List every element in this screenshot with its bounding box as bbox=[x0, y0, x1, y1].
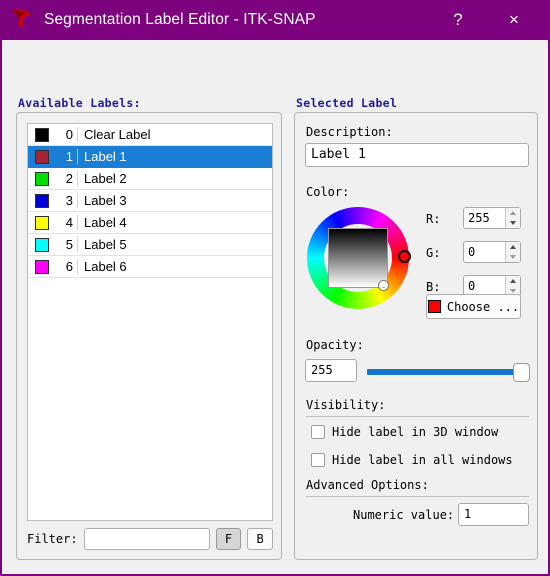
hide-label-3d-row[interactable]: Hide label in 3D window bbox=[311, 425, 498, 439]
label-color-swatch bbox=[35, 149, 49, 164]
blue-increment-icon[interactable] bbox=[506, 276, 520, 286]
label-color-swatch-cell bbox=[28, 193, 56, 208]
choose-color-button[interactable]: Choose ... bbox=[426, 294, 521, 319]
opacity-slider[interactable] bbox=[367, 363, 530, 382]
description-label: Description: bbox=[306, 125, 393, 139]
hide-label-3d-label: Hide label in 3D window bbox=[332, 425, 499, 439]
label-row[interactable]: 5 Label 5 bbox=[28, 234, 272, 256]
label-row[interactable]: 4 Label 4 bbox=[28, 212, 272, 234]
title-bar: Segmentation Label Editor - ITK-SNAP ? × bbox=[2, 0, 548, 40]
label-row[interactable]: 6 Label 6 bbox=[28, 256, 272, 278]
opacity-input[interactable]: 255 bbox=[305, 359, 357, 382]
label-name: Label 6 bbox=[84, 259, 127, 274]
label-list[interactable]: 0 Clear Label 1 Label 1 2 Label 2 3 Label 3 4 Lab… bbox=[27, 123, 273, 521]
label-editor-window: Segmentation Label Editor - ITK-SNAP ? ×… bbox=[0, 0, 550, 576]
description-input[interactable]: Label 1 bbox=[305, 143, 529, 167]
dialog-body: Available Labels: 0 Clear Label 1 Label 12L… bbox=[2, 40, 548, 574]
visibility-label: Visibility: bbox=[306, 398, 386, 412]
hue-marker-icon[interactable] bbox=[398, 250, 411, 263]
label-index: 2 bbox=[56, 171, 78, 186]
label-name: Label 1 bbox=[84, 149, 127, 164]
visibility-divider bbox=[306, 416, 529, 417]
label-color-swatch-cell bbox=[28, 259, 56, 274]
label-color-swatch bbox=[35, 127, 49, 142]
hide-label-all-label: Hide label in all windows bbox=[332, 453, 513, 467]
color-label: Color: bbox=[306, 185, 350, 199]
green-spin-buttons[interactable] bbox=[505, 242, 520, 262]
red-label: R: bbox=[426, 212, 441, 226]
color-wheel[interactable] bbox=[307, 207, 411, 309]
available-labels-group: 0 Clear Label 1 Label 1 2 Label 2 3 Label 3 4 Lab… bbox=[16, 112, 282, 560]
selected-label-group: Description: Label 1 Color: R: 255 G: 0 … bbox=[294, 112, 538, 560]
filter-background-button[interactable]: B bbox=[247, 528, 273, 550]
label-index: 0 bbox=[56, 127, 78, 142]
red-value[interactable]: 255 bbox=[464, 208, 505, 228]
green-spinner[interactable]: 0 bbox=[463, 241, 521, 263]
green-label: G: bbox=[426, 246, 441, 260]
blue-spin-buttons[interactable] bbox=[505, 276, 520, 296]
label-row[interactable]: 1 Label 1 bbox=[28, 146, 272, 168]
label-index: 4 bbox=[56, 215, 78, 230]
window-title: Segmentation Label Editor - ITK-SNAP bbox=[44, 11, 316, 28]
advanced-divider bbox=[306, 496, 529, 497]
green-increment-icon[interactable] bbox=[506, 242, 520, 252]
advanced-options-label: Advanced Options: bbox=[306, 478, 429, 492]
blue-label: B: bbox=[426, 280, 441, 294]
label-color-swatch bbox=[35, 259, 49, 274]
green-value[interactable]: 0 bbox=[464, 242, 505, 262]
filter-input[interactable] bbox=[83, 528, 210, 550]
saturation-value-square[interactable] bbox=[328, 228, 388, 288]
label-color-swatch bbox=[35, 171, 49, 186]
filter-label: Filter: bbox=[27, 532, 78, 546]
blue-value[interactable]: 0 bbox=[464, 276, 505, 296]
filter-foreground-button[interactable]: F bbox=[215, 528, 242, 550]
label-color-swatch bbox=[35, 193, 49, 208]
label-color-swatch-cell bbox=[28, 149, 56, 164]
hide-label-all-checkbox[interactable] bbox=[311, 453, 325, 467]
label-name: Label 3 bbox=[84, 193, 127, 208]
label-row[interactable]: 2 Label 2 bbox=[28, 168, 272, 190]
label-name: Clear Label bbox=[84, 127, 151, 142]
red-spinner[interactable]: 255 bbox=[463, 207, 521, 229]
close-window-button[interactable]: × bbox=[492, 0, 536, 40]
opacity-slider-handle[interactable] bbox=[513, 363, 530, 382]
label-index: 5 bbox=[56, 237, 78, 252]
green-decrement-icon[interactable] bbox=[506, 252, 520, 262]
hide-label-all-row[interactable]: Hide label in all windows bbox=[311, 453, 513, 467]
label-color-swatch bbox=[35, 215, 49, 230]
label-name: Label 2 bbox=[84, 171, 127, 186]
current-color-swatch bbox=[427, 300, 441, 313]
label-color-swatch bbox=[35, 237, 49, 252]
label-index: 6 bbox=[56, 259, 78, 274]
selected-label-heading: Selected Label bbox=[296, 96, 398, 110]
label-name: Label 5 bbox=[84, 237, 127, 252]
numeric-value-input[interactable]: 1 bbox=[458, 503, 529, 526]
label-index: 3 bbox=[56, 193, 78, 208]
red-decrement-icon[interactable] bbox=[506, 218, 520, 228]
numeric-value-label: Numeric value: bbox=[353, 508, 455, 522]
red-increment-icon[interactable] bbox=[506, 208, 520, 218]
label-color-swatch-cell bbox=[28, 237, 56, 252]
label-index: 1 bbox=[56, 149, 78, 164]
opacity-label: Opacity: bbox=[306, 338, 364, 352]
label-row[interactable]: 0 Clear Label bbox=[28, 124, 272, 146]
itk-snap-icon bbox=[14, 9, 31, 29]
red-spin-buttons[interactable] bbox=[505, 208, 520, 228]
label-name: Label 4 bbox=[84, 215, 127, 230]
filter-row: Filter: F B bbox=[27, 527, 273, 551]
opacity-slider-track[interactable] bbox=[367, 369, 517, 375]
saturation-value-marker-icon[interactable] bbox=[379, 281, 388, 290]
label-color-swatch-cell bbox=[28, 127, 56, 142]
help-button[interactable]: ? bbox=[436, 0, 480, 40]
hide-label-3d-checkbox[interactable] bbox=[311, 425, 325, 439]
label-row[interactable]: 3 Label 3 bbox=[28, 190, 272, 212]
label-color-swatch-cell bbox=[28, 215, 56, 230]
available-labels-heading: Available Labels: bbox=[18, 96, 141, 110]
choose-color-label: Choose ... bbox=[446, 299, 520, 314]
label-color-swatch-cell bbox=[28, 171, 56, 186]
